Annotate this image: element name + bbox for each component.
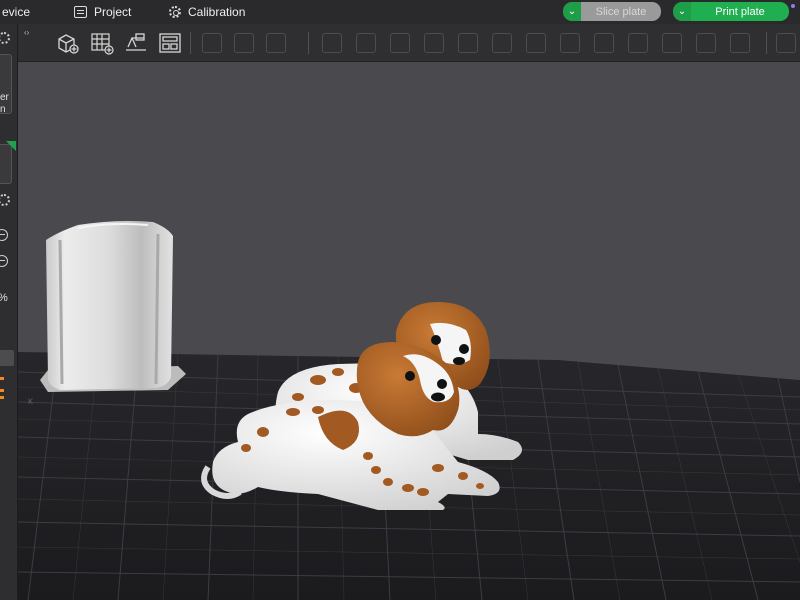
warning-marker (0, 396, 4, 399)
main-toolbar: ‹› (18, 24, 800, 62)
disabled-tool-icon (492, 33, 512, 53)
slicer-app: evice Project Calibration ⌄ Slice plate … (0, 0, 800, 600)
disabled-tool-icon (424, 33, 444, 53)
project-icon (74, 6, 87, 18)
warning-marker (0, 377, 4, 380)
notification-dot (791, 4, 795, 8)
tab-project[interactable]: Project (74, 0, 131, 24)
toolbar-separator (308, 32, 309, 54)
tab-device[interactable]: evice (2, 0, 30, 24)
disabled-tool-icon (560, 33, 580, 53)
wick-tower-model[interactable] (40, 221, 186, 392)
chevron-down-icon: ⌄ (567, 6, 577, 17)
percent-icon[interactable]: % (0, 292, 8, 304)
top-menu-bar: evice Project Calibration ⌄ Slice plate … (0, 0, 800, 24)
tab-project-label: Project (94, 5, 132, 19)
toolbar-separator (766, 32, 767, 54)
settings-gear-icon[interactable] (0, 32, 10, 44)
scene-canvas: ĸ (18, 221, 800, 600)
disabled-tool-icon (526, 33, 546, 53)
disabled-tool-icon (322, 33, 342, 53)
slice-plate-group: ⌄ Slice plate (563, 2, 661, 21)
disabled-tool-icon (730, 33, 750, 53)
auto-orient-icon[interactable] (124, 31, 148, 55)
disabled-tool-icon (266, 33, 286, 53)
chevron-down-icon: ⌄ (677, 6, 687, 17)
preset-label-line2: n (0, 104, 6, 115)
calibration-gear-icon (169, 6, 181, 18)
slice-plate-button[interactable]: Slice plate (581, 2, 661, 21)
disabled-tool-icon (356, 33, 376, 53)
left-sidebar: er n % (0, 24, 18, 600)
disabled-tool-icon (234, 33, 254, 53)
print-plate-button[interactable]: Print plate (691, 2, 789, 21)
slice-dropdown-button[interactable]: ⌄ (563, 2, 581, 21)
preset-label-line1: er (0, 92, 9, 103)
filament-card[interactable] (0, 144, 12, 184)
remove-filament-icon[interactable] (0, 229, 8, 241)
disabled-tool-icon (696, 33, 716, 53)
disabled-tool-icon (594, 33, 614, 53)
collapse-sidebar-icon[interactable]: ‹› (24, 28, 29, 37)
print-dropdown-button[interactable]: ⌄ (673, 2, 691, 21)
filament-settings-icon[interactable] (0, 194, 10, 206)
add-plate-grid-icon[interactable] (90, 31, 114, 55)
toolbar-separator (190, 32, 191, 54)
disabled-tool-icon (202, 33, 222, 53)
add-cube-icon[interactable] (56, 31, 80, 55)
tab-calibration-label: Calibration (188, 5, 246, 19)
print-plate-group: ⌄ Print plate (673, 2, 789, 21)
disabled-tool-icon (458, 33, 478, 53)
disabled-tool-icon (662, 33, 682, 53)
3d-viewport[interactable]: ĸ (18, 62, 800, 600)
param-input-field[interactable] (0, 350, 14, 366)
disabled-tool-icon (390, 33, 410, 53)
disabled-tool-icon (628, 33, 648, 53)
arrange-icon[interactable] (158, 31, 182, 55)
tab-device-label: evice (2, 5, 31, 19)
tab-calibration[interactable]: Calibration (169, 0, 245, 24)
remove-filament-icon[interactable] (0, 255, 8, 267)
warning-marker (0, 389, 4, 392)
disabled-tool-icon (776, 33, 796, 53)
